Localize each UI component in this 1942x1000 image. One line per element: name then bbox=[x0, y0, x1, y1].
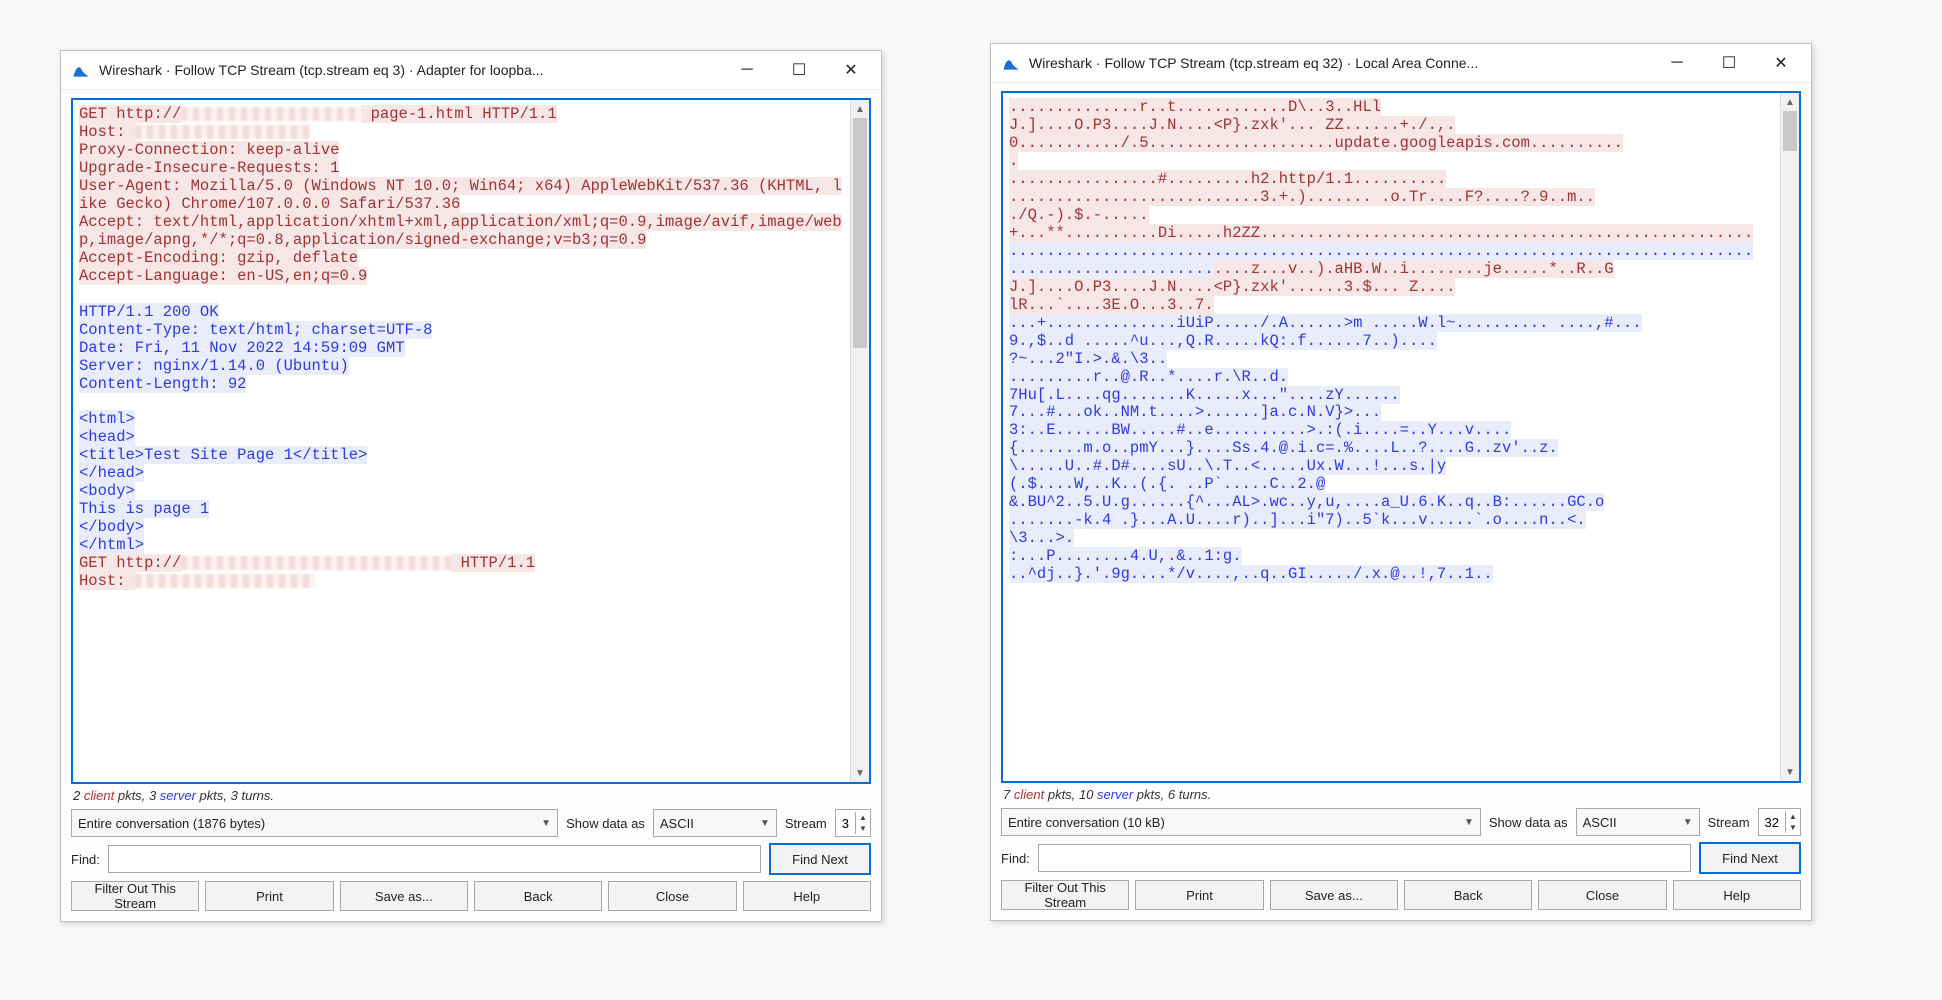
back-button[interactable]: Back bbox=[474, 881, 602, 911]
find-input[interactable] bbox=[108, 845, 761, 873]
stream-content[interactable]: GET http:// page-1.html HTTP/1.1 Host: P… bbox=[73, 100, 851, 782]
help-button[interactable]: Help bbox=[1673, 880, 1801, 910]
client-text-segment[interactable]: Proxy-Connection: keep-alive Upgrade-Ins… bbox=[79, 141, 842, 285]
titlebar[interactable]: Wireshark · Follow TCP Stream (tcp.strea… bbox=[991, 44, 1811, 83]
wireshark-icon bbox=[71, 60, 91, 80]
print-button[interactable]: Print bbox=[1135, 880, 1263, 910]
conversation-combo[interactable]: Entire conversation (10 kB)▼ bbox=[1001, 808, 1481, 836]
vertical-scrollbar[interactable]: ▲ ▼ bbox=[1780, 93, 1799, 781]
minimize-button[interactable]: ─ bbox=[721, 53, 773, 87]
vertical-scrollbar[interactable]: ▲ ▼ bbox=[850, 100, 869, 782]
find-label: Find: bbox=[1001, 851, 1030, 866]
redacted-segment bbox=[181, 556, 451, 570]
stream-label: Stream bbox=[1708, 815, 1750, 830]
scroll-down-icon[interactable]: ▼ bbox=[851, 764, 869, 782]
stream-label: Stream bbox=[785, 816, 827, 831]
show-data-as-combo[interactable]: ASCII▼ bbox=[653, 809, 777, 837]
scroll-up-icon[interactable]: ▲ bbox=[851, 100, 869, 118]
scroll-thumb[interactable] bbox=[853, 118, 867, 348]
bottom-button-row: Filter Out This StreamPrintSave as...Bac… bbox=[1001, 880, 1801, 910]
stream-number-spinner[interactable]: 32 ▲▼ bbox=[1758, 808, 1801, 836]
window-controls: ─ ☐ ✕ bbox=[721, 53, 877, 87]
stream-text-view[interactable]: GET http:// page-1.html HTTP/1.1 Host: P… bbox=[71, 98, 871, 784]
back-button[interactable]: Back bbox=[1404, 880, 1532, 910]
chevron-down-icon: ▼ bbox=[1683, 817, 1693, 828]
stream-content[interactable]: ..............r..t............D\..3..HLl… bbox=[1003, 93, 1781, 781]
conversation-combo[interactable]: Entire conversation (1876 bytes)▼ bbox=[71, 809, 558, 837]
close-window-button[interactable]: ✕ bbox=[1755, 46, 1807, 80]
spinner-up-icon[interactable]: ▲ bbox=[856, 812, 870, 823]
spinner-down-icon[interactable]: ▼ bbox=[856, 823, 870, 834]
titlebar[interactable]: Wireshark · Follow TCP Stream (tcp.strea… bbox=[61, 51, 881, 90]
server-text-segment[interactable]: HTTP/1.1 200 OK Content-Type: text/html;… bbox=[79, 303, 432, 555]
packet-status-line: 2 client pkts, 3 server pkts, 3 turns. bbox=[71, 784, 871, 809]
spinner-down-icon[interactable]: ▼ bbox=[1786, 822, 1800, 833]
maximize-button[interactable]: ☐ bbox=[773, 53, 825, 87]
filter-out-stream-button[interactable]: Filter Out This Stream bbox=[1001, 880, 1129, 910]
close-button[interactable]: Close bbox=[608, 881, 736, 911]
client-text-segment[interactable]: GET http:// bbox=[79, 554, 181, 572]
maximize-button[interactable]: ☐ bbox=[1703, 46, 1755, 80]
save-as-button[interactable]: Save as... bbox=[1270, 880, 1398, 910]
window-title: Wireshark · Follow TCP Stream (tcp.strea… bbox=[99, 62, 721, 78]
wireshark-window-right: Wireshark · Follow TCP Stream (tcp.strea… bbox=[990, 43, 1812, 921]
window-controls: ─ ☐ ✕ bbox=[1651, 46, 1807, 80]
wireshark-window-left: Wireshark · Follow TCP Stream (tcp.strea… bbox=[60, 50, 882, 922]
chevron-down-icon: ▼ bbox=[760, 818, 770, 829]
show-data-as-combo[interactable]: ASCII▼ bbox=[1576, 808, 1700, 836]
bottom-button-row: Filter Out This StreamPrintSave as...Bac… bbox=[71, 881, 871, 911]
stream-text-view[interactable]: ..............r..t............D\..3..HLl… bbox=[1001, 91, 1801, 783]
redacted-segment bbox=[135, 125, 310, 139]
print-button[interactable]: Print bbox=[205, 881, 333, 911]
spinner-up-icon[interactable]: ▲ bbox=[1786, 811, 1800, 822]
client-text-segment[interactable]: ..............r..t............D\..3..HLl… bbox=[1009, 98, 1753, 242]
stream-number-spinner[interactable]: 3 ▲▼ bbox=[835, 809, 871, 837]
find-next-button[interactable]: Find Next bbox=[769, 843, 871, 875]
show-data-as-label: Show data as bbox=[1489, 815, 1568, 830]
scroll-thumb[interactable] bbox=[1783, 111, 1797, 151]
redacted-segment bbox=[181, 107, 361, 121]
wireshark-icon bbox=[1001, 53, 1021, 73]
close-button[interactable]: Close bbox=[1538, 880, 1666, 910]
chevron-down-icon: ▼ bbox=[1464, 817, 1474, 828]
close-window-button[interactable]: ✕ bbox=[825, 53, 877, 87]
scroll-down-icon[interactable]: ▼ bbox=[1781, 763, 1799, 781]
find-label: Find: bbox=[71, 852, 100, 867]
find-input[interactable] bbox=[1038, 844, 1691, 872]
help-button[interactable]: Help bbox=[743, 881, 871, 911]
minimize-button[interactable]: ─ bbox=[1651, 46, 1703, 80]
chevron-down-icon: ▼ bbox=[541, 818, 551, 829]
scroll-up-icon[interactable]: ▲ bbox=[1781, 93, 1799, 111]
window-title: Wireshark · Follow TCP Stream (tcp.strea… bbox=[1029, 55, 1651, 71]
show-data-as-label: Show data as bbox=[566, 816, 645, 831]
redacted-segment bbox=[135, 574, 315, 588]
filter-out-stream-button[interactable]: Filter Out This Stream bbox=[71, 881, 199, 911]
client-text-segment[interactable]: GET http:// bbox=[79, 105, 181, 123]
window-body: GET http:// page-1.html HTTP/1.1 Host: P… bbox=[61, 90, 881, 921]
find-next-button[interactable]: Find Next bbox=[1699, 842, 1801, 874]
server-text-segment[interactable]: ...+..............iUiP...../.A......>m .… bbox=[1009, 314, 1642, 584]
window-body: ..............r..t............D\..3..HLl… bbox=[991, 83, 1811, 920]
save-as-button[interactable]: Save as... bbox=[340, 881, 468, 911]
packet-status-line: 7 client pkts, 10 server pkts, 6 turns. bbox=[1001, 783, 1801, 808]
